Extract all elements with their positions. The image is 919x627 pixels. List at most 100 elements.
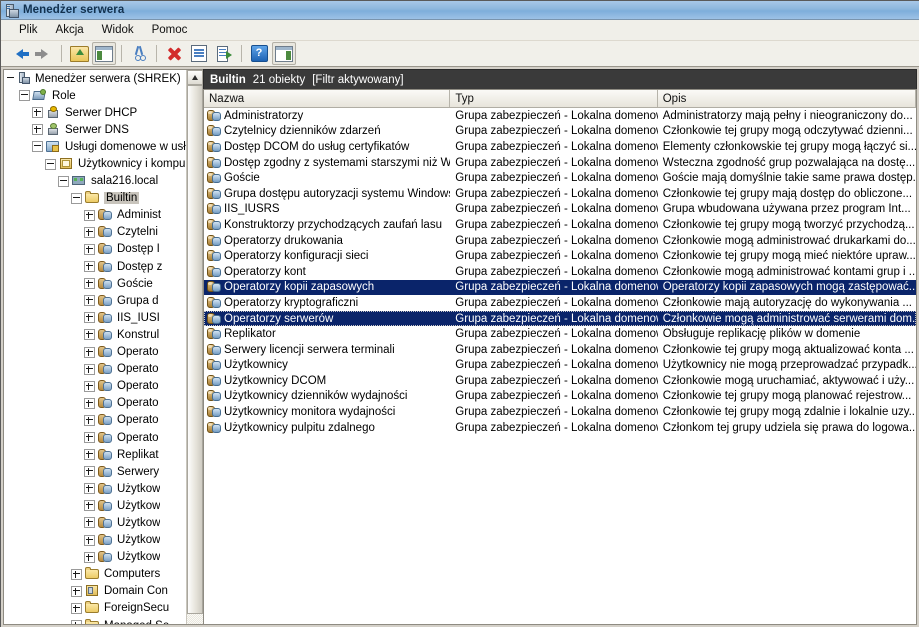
tree-node-group-dostep-dcom[interactable]: Dostęp I <box>4 241 187 258</box>
expand-plus-icon[interactable] <box>84 466 95 478</box>
expand-plus-icon[interactable] <box>84 414 95 426</box>
expand-plus-icon[interactable] <box>84 226 95 238</box>
tree-node-builtin[interactable]: Builtin <box>4 190 187 207</box>
table-row[interactable]: Konstruktorzy przychodzących zaufań lasu… <box>204 217 916 233</box>
expand-plus-icon[interactable] <box>84 278 95 290</box>
column-header-opis[interactable]: Opis <box>658 90 916 107</box>
tree-node-group-iis-iusrs[interactable]: IIS_IUSI <box>4 309 187 326</box>
expand-plus-icon[interactable] <box>84 312 95 324</box>
scroll-up-arrow-icon[interactable] <box>187 70 203 85</box>
tree-node-group-operatorzy-5[interactable]: Operato <box>4 412 187 429</box>
tree-node-group-operatorzy-1[interactable]: Operato <box>4 344 187 361</box>
expand-plus-icon[interactable] <box>84 295 95 307</box>
up-folder-icon[interactable] <box>67 42 91 65</box>
tree-node-group-serwery[interactable]: Serwery <box>4 463 187 480</box>
tree-node-group-uzytkownicy-4[interactable]: Użytkow <box>4 532 187 549</box>
tree-node-dns-server[interactable]: Serwer DNS <box>4 121 187 138</box>
expand-plus-icon[interactable] <box>84 243 95 255</box>
table-row[interactable]: Użytkownicy Grupa zabezpieczeń - Lokalna … <box>204 358 916 374</box>
expand-plus-icon[interactable] <box>84 500 95 512</box>
table-row[interactable]: Operatorzy drukowania Grupa zabezpieczeń … <box>204 233 916 249</box>
tree-node-role[interactable]: Role <box>4 87 187 104</box>
collapse-minus-icon[interactable] <box>19 90 30 102</box>
tree-node-dhcp-server[interactable]: Serwer DHCP <box>4 104 187 121</box>
properties-icon[interactable] <box>187 42 211 65</box>
tree-node-group-goscie[interactable]: Goście <box>4 275 187 292</box>
tree-node-group-uzytkownicy-3[interactable]: Użytkow <box>4 514 187 531</box>
tree-node-group-czytelnicy[interactable]: Czytelni <box>4 224 187 241</box>
tree-node-group-operatorzy-4[interactable]: Operato <box>4 395 187 412</box>
expand-plus-icon[interactable] <box>84 397 95 409</box>
expand-plus-icon[interactable] <box>32 124 43 136</box>
column-header-nazwa[interactable]: Nazwa <box>204 90 451 107</box>
table-row[interactable]: Operatorzy konfiguracji sieci Grupa zabez… <box>204 248 916 264</box>
tree-node-ad-ds[interactable]: Usługi domenowe w usłu <box>4 138 187 155</box>
scrollbar-thumb[interactable] <box>187 85 203 614</box>
collapse-minus-icon[interactable] <box>71 192 82 204</box>
tree-node-server-manager[interactable]: Menedżer serwera (SHREK) <box>4 70 187 87</box>
expand-plus-icon[interactable] <box>84 551 95 563</box>
expand-plus-icon[interactable] <box>84 329 95 341</box>
expand-plus-icon[interactable] <box>71 568 82 580</box>
tree-node-group-konstruktorzy[interactable]: Konstrul <box>4 326 187 343</box>
tree-node-group-grupa-dostepu[interactable]: Grupa d <box>4 292 187 309</box>
help-icon[interactable]: ? <box>247 42 271 65</box>
expand-plus-icon[interactable] <box>84 517 95 529</box>
table-row[interactable]: Użytkownicy pulpitu zdalnego Grupa zabezp… <box>204 420 916 436</box>
table-row[interactable]: Goście Grupa zabezpieczeń - Lokalna domen… <box>204 170 916 186</box>
expand-plus-icon[interactable] <box>84 534 95 546</box>
back-arrow-icon[interactable] <box>7 42 31 65</box>
menu-akcja[interactable]: Akcja <box>47 22 93 38</box>
table-row[interactable]: Administratorzy Grupa zabezpieczeń - Loka… <box>204 108 916 124</box>
tree-node-sala216-local[interactable]: sala216.local <box>4 173 187 190</box>
tree-node-domain-controllers[interactable]: Domain Con <box>4 583 187 600</box>
tree-node-group-uzytkownicy-1[interactable]: Użytkow <box>4 480 187 497</box>
tree-node-group-dostep-zgodny[interactable]: Dostęp z <box>4 258 187 275</box>
tree-node-foreign-security-principals[interactable]: ForeignSecu <box>4 600 187 617</box>
tree-node-group-uzytkownicy-2[interactable]: Użytkow <box>4 497 187 514</box>
expand-plus-icon[interactable] <box>84 380 95 392</box>
tree-vertical-scrollbar[interactable] <box>186 70 203 624</box>
tree-node-group-uzytkownicy-5[interactable]: Użytkow <box>4 549 187 566</box>
table-row[interactable]: Operatorzy kopii zapasowych Grupa zabezpi… <box>204 279 916 296</box>
expand-plus-icon[interactable] <box>84 432 95 444</box>
table-row[interactable]: Operatorzy kont Grupa zabezpieczeń - Loka… <box>204 264 916 280</box>
table-row[interactable]: Replikator Grupa zabezpieczeń - Lokalna d… <box>204 326 916 342</box>
tree-node-group-operatorzy-3[interactable]: Operato <box>4 378 187 395</box>
table-row[interactable]: Grupa dostępu autoryzacji systemu Window… <box>204 186 916 202</box>
expand-plus-icon[interactable] <box>71 620 82 624</box>
expand-plus-icon[interactable] <box>84 363 95 375</box>
table-row[interactable]: IIS_IUSRS Grupa zabezpieczeń - Lokalna do… <box>204 202 916 218</box>
cut-scissors-icon[interactable] <box>127 42 151 65</box>
menu-widok[interactable]: Widok <box>93 22 143 38</box>
tree-node-managed-service-accounts[interactable]: Managed Se <box>4 617 187 624</box>
column-header-typ[interactable]: Typ <box>450 90 658 107</box>
delete-icon[interactable] <box>162 42 186 65</box>
table-row[interactable]: Dostęp zgodny z systemami starszymi niż … <box>204 155 916 171</box>
collapse-minus-icon[interactable] <box>45 158 56 170</box>
table-row[interactable]: Użytkownicy dzienników wydajności Grupa z… <box>204 389 916 405</box>
table-row[interactable]: Serwery licencji serwera terminali Grupa … <box>204 342 916 358</box>
table-row[interactable]: Operatorzy serwerów Grupa zabezpieczeń - … <box>204 310 916 327</box>
table-row[interactable]: Użytkownicy DCOM Grupa zabezpieczeń - Lok… <box>204 373 916 389</box>
expand-plus-icon[interactable] <box>84 449 95 461</box>
title-bar[interactable]: Menedżer serwera <box>1 1 919 20</box>
expand-plus-icon[interactable] <box>84 346 95 358</box>
expand-plus-icon[interactable] <box>84 261 95 273</box>
table-row[interactable]: Dostęp DCOM do usług certyfikatów Grupa z… <box>204 139 916 155</box>
expand-plus-icon[interactable] <box>84 209 95 221</box>
menu-plik[interactable]: Plik <box>10 22 47 38</box>
table-row[interactable]: Użytkownicy monitora wydajności Grupa zab… <box>204 404 916 420</box>
export-list-icon[interactable] <box>212 42 236 65</box>
tree-node-computers[interactable]: Computers <box>4 566 187 583</box>
tree-node-group-replikator[interactable]: Replikat <box>4 446 187 463</box>
menu-pomoc[interactable]: Pomoc <box>143 22 197 38</box>
expand-plus-icon[interactable] <box>32 107 43 119</box>
show-action-pane-icon[interactable] <box>272 42 296 65</box>
scrollbar-track[interactable] <box>187 85 203 624</box>
expand-plus-icon[interactable] <box>71 585 82 597</box>
tree-node-users-and-computers[interactable]: Użytkownicy i kompu <box>4 155 187 172</box>
expand-plus-icon[interactable] <box>71 602 82 614</box>
collapse-minus-icon[interactable] <box>58 175 69 187</box>
table-row[interactable]: Operatorzy kryptograficzni Grupa zabezpie… <box>204 295 916 311</box>
